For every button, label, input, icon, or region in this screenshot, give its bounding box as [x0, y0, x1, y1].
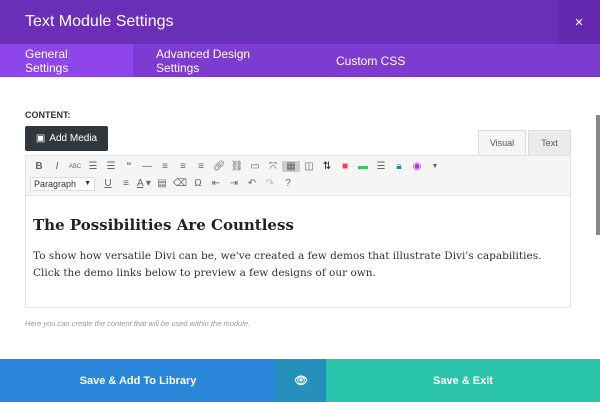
tab-text[interactable]: Text — [528, 130, 571, 155]
special-character-icon[interactable]: Ω — [189, 178, 207, 189]
format-select[interactable]: Paragraph ▼ — [30, 176, 95, 191]
align-center-icon[interactable]: ≡ — [174, 161, 192, 172]
help-icon[interactable]: ? — [279, 178, 297, 189]
insert-image-icon[interactable]: ◫ — [300, 161, 318, 172]
box-icon[interactable]: ☰ — [372, 161, 390, 172]
content-label: CONTENT: — [25, 110, 71, 120]
horizontal-rule-icon[interactable]: — — [138, 161, 156, 172]
modal-footer: Save & Add To Library 👁︎ Save & Exit — [0, 359, 600, 402]
add-media-button[interactable]: ▣ Add Media — [25, 126, 108, 151]
rich-text-editor: B I ABC ☰ ☰ “ — ≡ ≡ ≡ 🔗︎ ⛓︎ ▭ ⤧ ▦ ◫ ⇅ ■ … — [25, 155, 571, 308]
format-select-value: Paragraph — [34, 178, 77, 189]
modal-header: Text Module Settings × — [0, 0, 600, 44]
text-color-icon[interactable]: A ▾ — [135, 178, 153, 189]
editor-toolbar: B I ABC ☰ ☰ “ — ≡ ≡ ≡ 🔗︎ ⛓︎ ▭ ⤧ ▦ ◫ ⇅ ■ … — [26, 156, 570, 196]
italic-icon[interactable]: I — [48, 161, 66, 172]
media-icon: ▣ — [35, 133, 46, 144]
editor-content[interactable]: The Possibilities Are Countless To show … — [26, 196, 570, 302]
content-heading: The Possibilities Are Countless — [33, 216, 294, 234]
lock-icon[interactable]: 🔒︎ — [390, 161, 408, 172]
tab-general-settings[interactable]: General Settings — [0, 44, 133, 77]
tab-visual[interactable]: Visual — [478, 130, 526, 155]
link-icon[interactable]: 🔗︎ — [210, 161, 228, 172]
paste-text-icon[interactable]: ▤ — [153, 178, 171, 189]
modal-title: Text Module Settings — [25, 13, 174, 30]
clear-formatting-icon[interactable]: ⌫ — [171, 178, 189, 189]
content-paragraph: To show how versatile Divi can be, we've… — [33, 250, 542, 279]
fullscreen-icon[interactable]: ⤧ — [264, 161, 282, 172]
settings-tabs: General Settings Advanced Design Setting… — [0, 44, 600, 77]
sort-icon[interactable]: ⇅ — [318, 161, 336, 172]
undo-icon[interactable]: ↶ — [243, 178, 261, 189]
save-add-to-library-button[interactable]: Save & Add To Library — [0, 359, 276, 402]
strikethrough-icon[interactable]: ABC — [66, 164, 84, 170]
underline-icon[interactable]: U — [99, 178, 117, 189]
bold-icon[interactable]: B — [30, 161, 48, 172]
bullet-list-icon[interactable]: ☰ — [84, 161, 102, 172]
toolbar-toggle-icon[interactable]: ▦ — [282, 161, 300, 172]
tab-custom-css[interactable]: Custom CSS — [311, 44, 430, 77]
justify-icon[interactable]: ≡ — [117, 178, 135, 189]
outdent-icon[interactable]: ⇤ — [207, 178, 225, 189]
align-right-icon[interactable]: ≡ — [192, 161, 210, 172]
align-left-icon[interactable]: ≡ — [156, 161, 174, 172]
add-media-label: Add Media — [49, 133, 98, 144]
button-shortcode-icon[interactable]: ▬ — [354, 161, 372, 172]
preview-eye-icon[interactable]: 👁︎ — [276, 359, 326, 402]
shortcode-icon[interactable]: ◉ — [408, 161, 426, 172]
columns-icon[interactable]: ■ — [336, 161, 354, 172]
help-text: Here you can create the content that wil… — [25, 319, 251, 328]
unlink-icon[interactable]: ⛓︎ — [228, 161, 246, 172]
chevron-down-icon[interactable]: ▼ — [426, 163, 444, 170]
read-more-icon[interactable]: ▭ — [246, 161, 264, 172]
scrollbar[interactable] — [596, 115, 600, 235]
numbered-list-icon[interactable]: ☰ — [102, 161, 120, 172]
blockquote-icon[interactable]: “ — [120, 161, 138, 172]
redo-icon[interactable]: ↷ — [261, 178, 279, 189]
indent-icon[interactable]: ⇥ — [225, 178, 243, 189]
save-exit-button[interactable]: Save & Exit — [326, 359, 600, 402]
tab-advanced-design-settings[interactable]: Advanced Design Settings — [133, 44, 311, 77]
close-icon[interactable]: × — [558, 0, 600, 44]
